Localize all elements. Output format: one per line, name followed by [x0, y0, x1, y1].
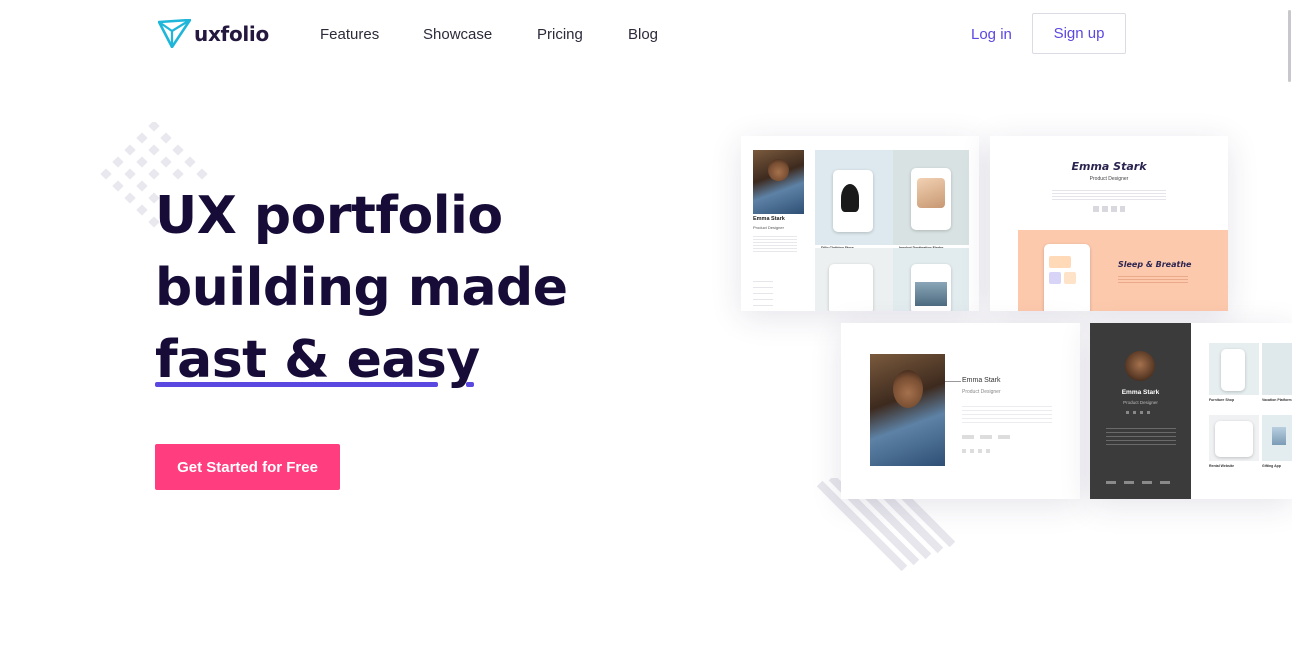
app-card — [1064, 272, 1076, 284]
headline-line-1: UX portfolio — [155, 186, 503, 246]
get-started-button[interactable]: Get Started for Free — [155, 444, 340, 490]
headline-underline-tail — [466, 382, 474, 387]
nav-link-showcase[interactable]: Showcase — [423, 26, 492, 43]
signup-button[interactable]: Sign up — [1032, 13, 1126, 54]
headline-underline — [155, 382, 438, 387]
card4-role: Product Designer — [1123, 400, 1158, 405]
uxfolio-logo-icon — [158, 19, 191, 48]
phone-mockup — [1044, 244, 1090, 311]
avatar — [1125, 351, 1155, 381]
card3-bio-lines — [962, 403, 1052, 425]
card3-social-icons — [962, 449, 990, 453]
portfolio-preview-card-3: Emma Stark Product Designer — [841, 323, 1080, 499]
phone-mockup — [833, 170, 873, 232]
project-tile — [815, 248, 893, 311]
card2-bio-lines — [1052, 188, 1166, 200]
phone-mockup — [1221, 349, 1245, 391]
phone-mockup — [911, 168, 951, 230]
phone-photo — [1272, 427, 1286, 445]
nav-link-pricing[interactable]: Pricing — [537, 26, 583, 43]
phone-photo — [915, 282, 947, 306]
project-description-lines — [1118, 274, 1188, 284]
project-tile — [893, 248, 969, 311]
dark-sidebar: Emma Stark Product Designer — [1090, 323, 1191, 499]
login-link[interactable]: Log in — [971, 26, 1012, 43]
name-connector-line — [945, 381, 961, 382]
brand-name: uxfolio — [194, 21, 269, 46]
figure-shape — [841, 184, 859, 212]
profile-photo — [753, 150, 804, 214]
portfolio-preview-card-2: Emma Stark Product Designer Sleep & Brea… — [990, 136, 1228, 311]
phone-mockup — [911, 264, 951, 311]
card2-role: Product Designer — [1089, 176, 1129, 182]
tile-caption: Vacation Platform — [1262, 398, 1292, 402]
project-tile: Dillo Clothing Store — [815, 150, 893, 250]
project-tile — [1262, 415, 1292, 461]
hero-headline: UX portfolio building made fast & easy — [155, 180, 568, 396]
portfolio-preview-card-4: Emma Stark Product Designer Furniture Sh… — [1090, 323, 1292, 499]
app-card — [1049, 256, 1071, 268]
app-card — [1049, 272, 1061, 284]
nav-link-features[interactable]: Features — [320, 26, 379, 43]
card2-social-icons — [1093, 206, 1125, 212]
card1-bio-lines — [753, 234, 797, 252]
portfolio-preview-card-1: Emma Stark Product Designer Dillo Clothi… — [741, 136, 979, 311]
project-banner: Sleep & Breathe — [1018, 230, 1228, 311]
phone-mockup — [829, 264, 873, 311]
card1-name: Emma Stark — [753, 216, 785, 222]
card2-name: Emma Stark — [1071, 160, 1147, 173]
phone-mockup — [1215, 421, 1253, 457]
card3-role: Product Designer — [962, 389, 1001, 395]
card3-name: Emma Stark — [962, 377, 1001, 384]
card4-bio-lines — [1106, 425, 1176, 447]
phone-photo — [917, 178, 945, 208]
scrollbar-thumb[interactable] — [1288, 10, 1291, 82]
headline-line-2: building made — [155, 258, 568, 318]
profile-photo — [870, 354, 945, 466]
project-title: Sleep & Breathe — [1118, 260, 1192, 269]
tile-caption: Rental Website — [1209, 464, 1235, 468]
tile-caption: Furniture Shop — [1209, 398, 1235, 402]
brand-logo[interactable]: uxfolio — [158, 19, 269, 48]
card4-social-icons — [1126, 411, 1154, 414]
project-tile: Innsbot Destination Finder — [893, 150, 969, 250]
nav-link-blog[interactable]: Blog — [628, 26, 658, 43]
top-navigation: uxfolio Features Showcase Pricing Blog L… — [0, 0, 1292, 70]
project-tile — [1209, 415, 1259, 461]
card4-name: Emma Stark — [1121, 389, 1160, 396]
card1-menu-lines — [753, 276, 773, 306]
project-tile — [1262, 343, 1292, 395]
project-tile — [1209, 343, 1259, 395]
card1-role: Product Designer — [753, 225, 784, 230]
card4-menu — [1106, 481, 1178, 484]
card3-tag-list — [962, 435, 1014, 439]
tile-caption: Gifting App — [1262, 464, 1281, 468]
